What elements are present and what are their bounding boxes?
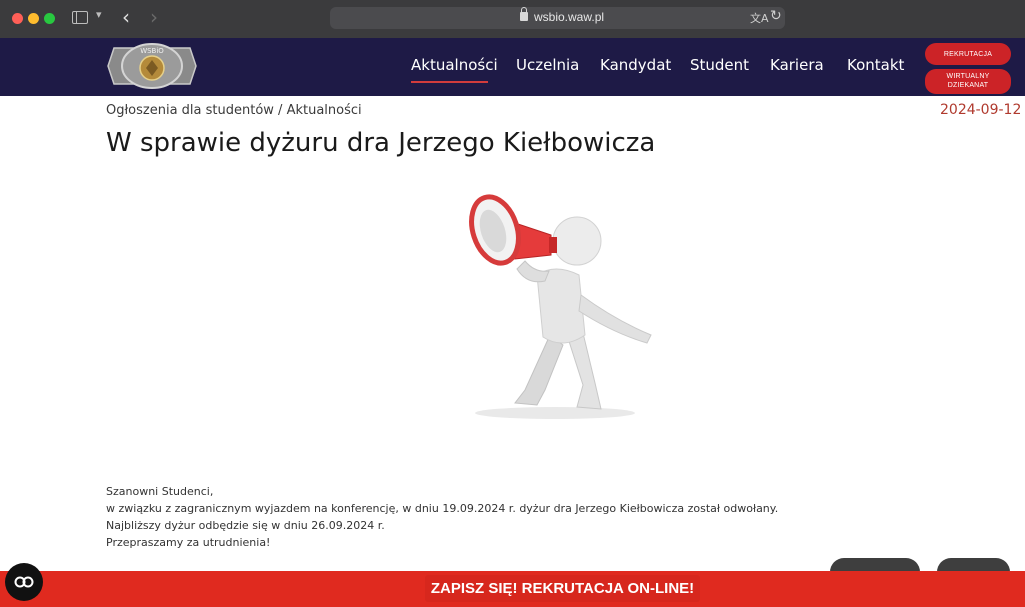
nav-aktualnosci[interactable]: Aktualności <box>411 56 498 74</box>
recruitment-banner: ZAPISZ SIĘ! REKRUTACJA ON-LINE! <box>0 571 1025 607</box>
site-header: WSBiO Aktualności Uczelnia Kandydat Stud… <box>0 38 1025 96</box>
rekrutacja-button[interactable]: REKRUTACJA <box>925 43 1011 65</box>
nav-kariera[interactable]: Kariera <box>770 56 824 74</box>
window-close-button[interactable] <box>12 13 23 24</box>
recruitment-online-button[interactable]: ZAPISZ SIĘ! REKRUTACJA ON-LINE! <box>425 575 700 602</box>
chevron-down-icon[interactable]: ▾ <box>96 8 102 21</box>
post-date: 2024-09-12 <box>940 102 1022 118</box>
nav-kontakt[interactable]: Kontakt <box>847 56 904 74</box>
address-bar[interactable]: wsbio.waw.pl 文A ↻ <box>330 7 785 29</box>
body-greeting: Szanowni Studenci, <box>106 485 214 498</box>
dziekanat-label-line1: WIRTUALNY <box>946 73 990 80</box>
back-icon[interactable]: ‹ <box>122 5 130 29</box>
body-line-3: Przepraszamy za utrudnienia! <box>106 536 271 549</box>
url-text: wsbio.waw.pl <box>534 10 605 24</box>
body-line-2: Najbliższy dyżur odbędzie się w dniu 26.… <box>106 519 385 532</box>
window-zoom-button[interactable] <box>44 13 55 24</box>
translate-icon[interactable]: 文A <box>750 10 769 26</box>
page-title: W sprawie dyżuru dra Jerzego Kiełbowicza <box>106 128 656 158</box>
sidebar-icon[interactable] <box>72 11 88 24</box>
rekrutacja-label: REKRUTACJA <box>943 51 993 58</box>
logo-text: WSBiO <box>140 47 164 55</box>
accessibility-icon[interactable] <box>5 563 43 601</box>
active-nav-indicator <box>411 81 488 83</box>
browser-toolbar: ▾ ‹ › wsbio.waw.pl 文A ↻ <box>0 0 1025 38</box>
forward-icon[interactable]: › <box>150 5 158 29</box>
window-minimize-button[interactable] <box>28 13 39 24</box>
dziekanat-label-line2: DZIEKANAT <box>947 82 989 89</box>
nav-kandydat[interactable]: Kandydat <box>600 56 671 74</box>
reload-icon[interactable]: ↻ <box>770 8 782 24</box>
lock-icon <box>520 7 528 21</box>
site-logo[interactable]: WSBiO <box>106 40 198 92</box>
nav-uczelnia[interactable]: Uczelnia <box>516 56 579 74</box>
breadcrumb[interactable]: Ogłoszenia dla studentów / Aktualności <box>106 103 362 118</box>
nav-student[interactable]: Student <box>690 56 749 74</box>
megaphone-figure-illustration <box>455 185 665 430</box>
body-line-1: w związku z zagranicznym wyjazdem na kon… <box>106 502 779 515</box>
wirtualny-dziekanat-button[interactable]: WIRTUALNY DZIEKANAT <box>925 69 1011 94</box>
